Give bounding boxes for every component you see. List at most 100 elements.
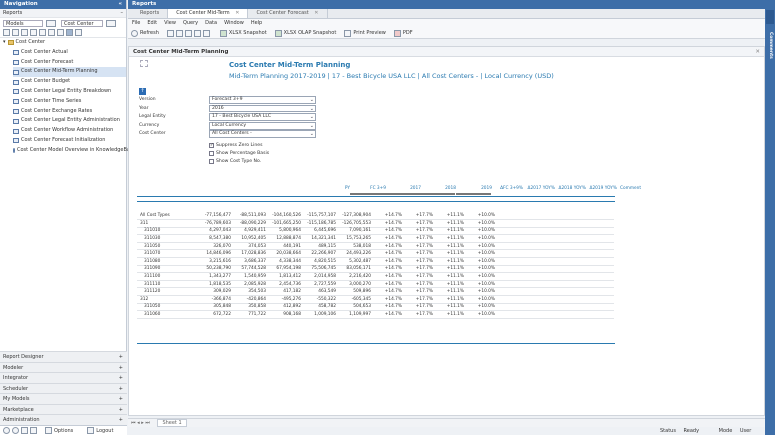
minimize-icon[interactable]: – [121, 9, 124, 18]
search-icon[interactable] [57, 29, 64, 36]
cut-icon[interactable] [175, 29, 183, 37]
category-item[interactable]: Scheduler + [0, 382, 127, 394]
tree-item-report[interactable]: Cost Center Model Overview in KnowledgeB… [13, 146, 136, 156]
tree-item-report[interactable]: Cost Center Budget [13, 77, 126, 87]
xlsx-olap-snapshot-button[interactable]: XLSX OLAP Snapshot [274, 28, 336, 39]
pdf-button[interactable]: PDF [393, 28, 413, 39]
refresh-icon[interactable] [48, 29, 55, 36]
checkbox[interactable]: ✓ [209, 142, 214, 148]
tree-item-report[interactable]: Cost Center Forecast [13, 58, 126, 68]
refresh-button[interactable]: Refresh [131, 28, 159, 39]
notes-icon[interactable] [21, 427, 28, 434]
menu-item[interactable]: File [132, 20, 140, 26]
comment-cell[interactable] [496, 227, 614, 235]
comment-cell[interactable] [496, 235, 614, 243]
collapse-icon[interactable]: « [118, 1, 122, 8]
tree-item-report[interactable]: Cost Center Legal Entity Administration [13, 116, 126, 126]
chevron-down-icon[interactable]: ⌄ [310, 106, 314, 113]
chat-icon[interactable] [30, 427, 37, 434]
settings-icon[interactable] [106, 19, 116, 27]
menu-item[interactable]: View [164, 20, 176, 26]
checkbox[interactable] [209, 158, 214, 164]
parameter-select[interactable]: 17 - Best Bicycle USA LLC ⌄ [209, 113, 316, 121]
expand-icon[interactable]: + [119, 352, 123, 362]
chevron-down-icon[interactable]: ⌄ [310, 97, 314, 104]
copy-icon[interactable] [12, 29, 19, 36]
menu-item[interactable]: Help [251, 20, 262, 26]
comment-cell[interactable] [496, 265, 614, 273]
menu-item[interactable]: Data [205, 20, 217, 26]
tree-item-report[interactable]: Cost Center Mid-Term Planning [13, 67, 126, 78]
expand-icon[interactable]: + [119, 384, 123, 394]
expand-comments-icon[interactable] [766, 10, 774, 24]
comment-cell[interactable] [496, 250, 614, 258]
tab-1[interactable]: Cost Center Mid-Term ✕ [168, 9, 249, 18]
comment-cell[interactable] [496, 303, 614, 311]
comment-cell[interactable] [496, 273, 614, 281]
tree-item-report[interactable]: Cost Center Exchange Rates [13, 107, 126, 117]
expand-icon[interactable] [75, 29, 82, 36]
undo-icon[interactable] [202, 29, 210, 37]
tree-item-report[interactable]: Cost Center Workflow Administration [13, 126, 126, 136]
tree-root[interactable]: ▾ Cost Center [3, 38, 126, 48]
expand-icon[interactable]: + [119, 415, 123, 425]
paste-icon[interactable] [193, 29, 201, 37]
comment-cell[interactable] [496, 212, 614, 220]
close-tab-icon[interactable]: ✕ [313, 10, 318, 16]
chevron-down-icon[interactable]: ⌄ [310, 131, 314, 138]
parameter-select[interactable]: Forecast 3+9 ⌄ [209, 96, 316, 104]
comment-cell[interactable] [496, 311, 614, 319]
copy-icon[interactable] [184, 29, 192, 37]
category-item[interactable]: Modeler + [0, 361, 127, 373]
expand-icon[interactable]: + [119, 394, 123, 404]
comment-cell[interactable] [496, 220, 614, 228]
comments-rail[interactable]: Comments [765, 0, 775, 435]
chevron-down-icon[interactable]: ⌄ [310, 123, 314, 130]
nav-section-reports[interactable]: Reports – [0, 9, 126, 18]
parameter-select[interactable]: 2016 ⌄ [209, 104, 316, 113]
tree-item-report[interactable]: Cost Center Legal Entity Breakdown [13, 87, 126, 97]
chevron-down-icon[interactable]: ▾ [3, 38, 6, 48]
chevron-down-icon[interactable]: ⌄ [310, 114, 314, 121]
move-icon[interactable] [39, 29, 46, 36]
sheet-tab[interactable]: Sheet 1 [157, 419, 187, 427]
last-sheet-icon[interactable]: ⏭ [145, 420, 150, 426]
close-tab-icon[interactable]: ✕ [234, 10, 239, 16]
models-select[interactable]: Models [3, 19, 43, 27]
menu-item[interactable]: Window [224, 20, 244, 26]
expand-icon[interactable]: + [119, 363, 123, 373]
parameter-select[interactable]: Local Currency ⌄ [209, 121, 316, 130]
first-sheet-icon[interactable]: ⏮ [131, 420, 136, 426]
next-sheet-icon[interactable]: ▸ [141, 420, 144, 426]
tab-2[interactable]: Cost Center Forecast ✕ [248, 9, 328, 18]
options-button[interactable]: Options [45, 427, 73, 434]
home-icon[interactable] [66, 29, 73, 36]
tree-item-report[interactable]: Cost Center Time Series [13, 97, 126, 107]
comment-cell[interactable] [496, 280, 614, 288]
expand-icon[interactable]: + [119, 373, 123, 383]
new-folder-icon[interactable] [3, 29, 10, 36]
checkbox[interactable] [209, 150, 214, 156]
comment-cell[interactable] [496, 242, 614, 250]
info-icon[interactable] [12, 427, 19, 434]
print-preview-button[interactable]: Print Preview [344, 28, 386, 39]
xlsx-snapshot-button[interactable]: XLSX Snapshot [219, 28, 267, 39]
comment-cell[interactable] [496, 258, 614, 266]
tree-item-report[interactable]: Cost Center Forecast Initialization [13, 136, 126, 146]
checkbox-option[interactable]: Show Percentage Basis [209, 149, 316, 157]
menu-item[interactable]: Query [183, 20, 198, 26]
category-item[interactable]: Administration + [0, 414, 127, 425]
delete-icon[interactable] [21, 29, 28, 36]
filter-icon[interactable] [46, 19, 56, 27]
model-select[interactable]: Cost Center [61, 19, 103, 27]
prev-sheet-icon[interactable]: ◂ [137, 420, 140, 426]
category-item[interactable]: Marketplace + [0, 403, 127, 414]
checkbox-option[interactable]: Show Cost Type No. [209, 157, 316, 165]
category-item[interactable]: Integrator + [0, 372, 127, 383]
save-icon[interactable] [166, 29, 174, 37]
category-item[interactable]: Report Designer + [0, 351, 127, 362]
close-icon[interactable]: ✕ [755, 47, 760, 57]
logout-button[interactable]: Logout [87, 427, 113, 434]
parameter-select[interactable]: All Cost Centers - ⌄ [209, 130, 316, 139]
comment-cell[interactable] [496, 296, 614, 304]
